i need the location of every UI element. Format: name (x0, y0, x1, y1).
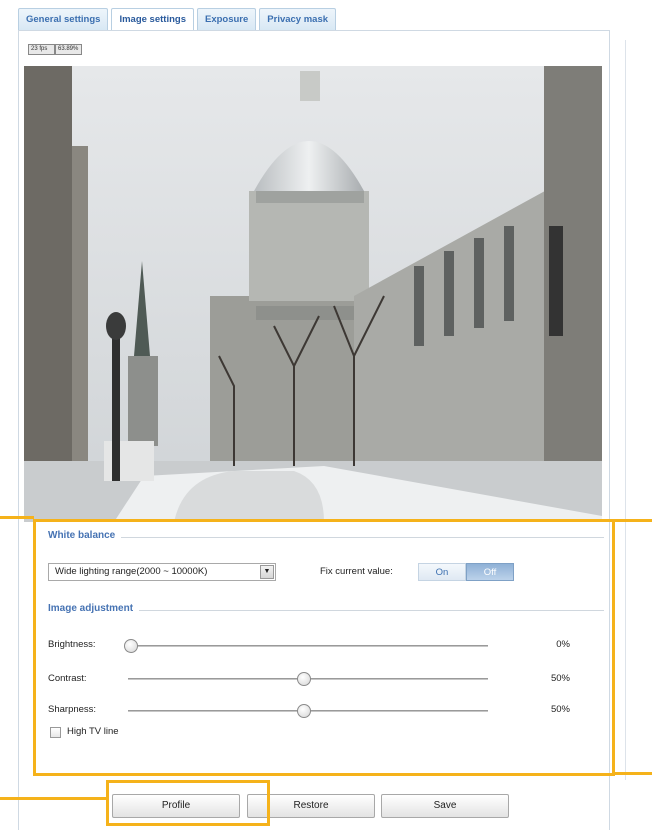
high-tv-line-checkbox[interactable] (50, 727, 61, 738)
tab-privacy-mask[interactable]: Privacy mask (259, 8, 337, 30)
sharpness-slider-handle[interactable] (297, 704, 311, 718)
live-video-preview (24, 66, 602, 522)
tab-bar: General settings Image settings Exposure… (18, 8, 337, 31)
fix-current-value-label: Fix current value: (320, 566, 393, 577)
section-rule (48, 537, 604, 538)
restore-button[interactable]: Restore (247, 794, 375, 818)
white-balance-section: White balance (40, 530, 604, 544)
sharpness-value: 50% (550, 704, 570, 715)
brightness-slider-handle[interactable] (124, 639, 138, 653)
select-value: Wide lighting range(2000 ~ 10000K) (55, 566, 208, 577)
bandwidth-readout: 63.89% (55, 44, 82, 55)
tab-image-settings[interactable]: Image settings (111, 8, 194, 31)
white-balance-mode-select[interactable]: Wide lighting range(2000 ~ 10000K) ▼ (48, 563, 276, 581)
contrast-label: Contrast: (48, 673, 87, 684)
frame-rate-readout: 23 fps (28, 44, 55, 55)
divider (625, 40, 626, 780)
callout-line (614, 772, 652, 775)
section-title: White balance (48, 530, 122, 541)
image-adjustment-section: Image adjustment (40, 603, 604, 617)
callout-line (0, 797, 107, 800)
high-tv-line-label: High TV line (67, 726, 119, 737)
sharpness-label: Sharpness: (48, 704, 97, 715)
fix-on-button[interactable]: On (418, 563, 466, 581)
brightness-track[interactable] (128, 645, 488, 647)
brightness-label: Brightness: (48, 639, 96, 650)
section-title: Image adjustment (48, 603, 140, 614)
street-scene-image (24, 66, 602, 522)
contrast-slider-handle[interactable] (297, 672, 311, 686)
callout-line (0, 516, 34, 519)
tab-general-settings[interactable]: General settings (18, 8, 109, 30)
tab-exposure[interactable]: Exposure (196, 8, 257, 30)
save-button[interactable]: Save (381, 794, 509, 818)
fix-off-button[interactable]: Off (466, 563, 514, 581)
contrast-value: 50% (550, 673, 570, 684)
chevron-down-icon[interactable]: ▼ (260, 565, 274, 579)
profile-button[interactable]: Profile (112, 794, 240, 818)
callout-line (614, 519, 652, 522)
brightness-value: 0% (556, 639, 570, 650)
